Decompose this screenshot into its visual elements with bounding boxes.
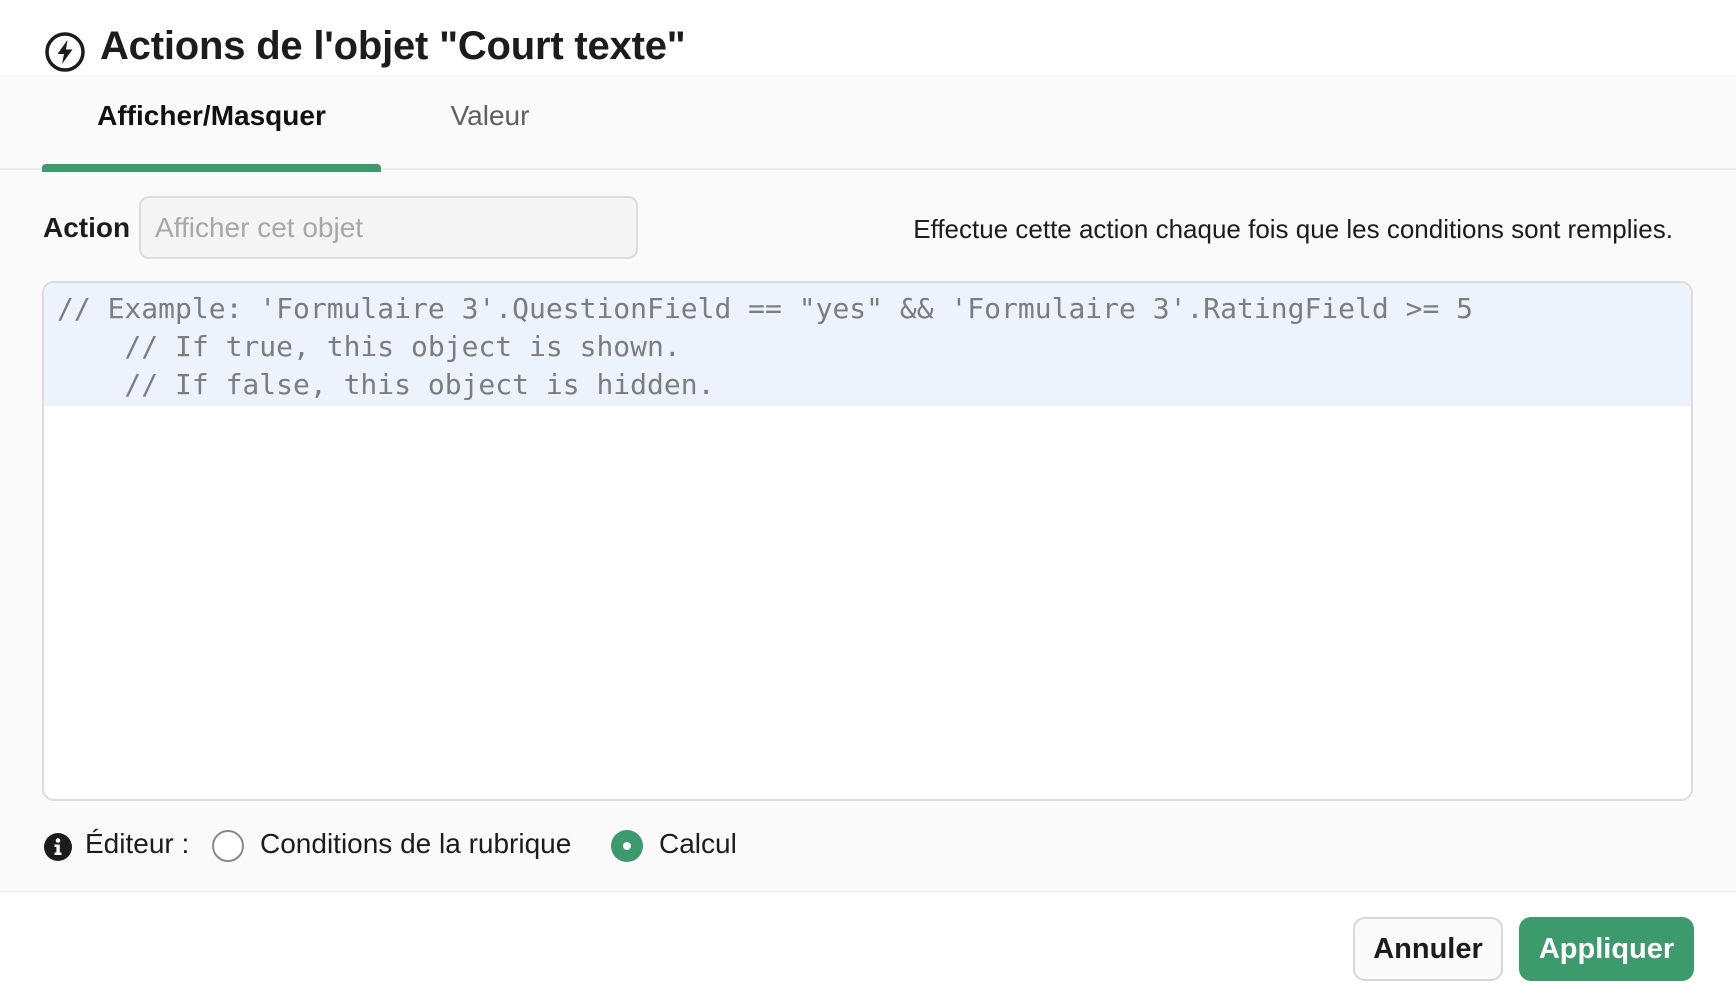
dialog-footer: Annuler Appliquer [0,891,1736,998]
tab-value[interactable]: Valeur [420,75,560,170]
dialog-title: Actions de l'objet "Court texte" [100,24,686,68]
tab-show-hide[interactable]: Afficher/Masquer [42,75,381,172]
editor-mode-label: Éditeur : [85,828,190,859]
dialog-body: Afficher/Masquer Valeur Action Effectue … [0,75,1736,891]
dialog-header: Actions de l'objet "Court texte" [0,0,1736,75]
radio-label-calculation[interactable]: Calcul [659,828,737,860]
cancel-button[interactable]: Annuler [1353,917,1503,981]
radio-label-field-conditions[interactable]: Conditions de la rubrique [260,828,571,860]
code-editor[interactable]: // Example: 'Formulaire 3'.QuestionField… [42,281,1693,801]
radio-calculation[interactable] [611,830,643,862]
lightning-bolt-icon [45,32,85,72]
actions-dialog: Actions de l'objet "Court texte" Affiche… [0,0,1736,998]
radio-field-conditions[interactable] [212,830,244,862]
tab-bar: Afficher/Masquer Valeur [0,75,1736,172]
action-label: Action [43,212,131,243]
info-icon [44,833,72,861]
code-placeholder: // Example: 'Formulaire 3'.QuestionField… [57,292,1474,401]
action-select[interactable] [139,196,638,259]
apply-button[interactable]: Appliquer [1519,917,1694,981]
editor-mode-row: Éditeur : Conditions de la rubrique Calc… [43,825,843,865]
action-help-text: Effectue cette action chaque fois que le… [913,214,1673,244]
